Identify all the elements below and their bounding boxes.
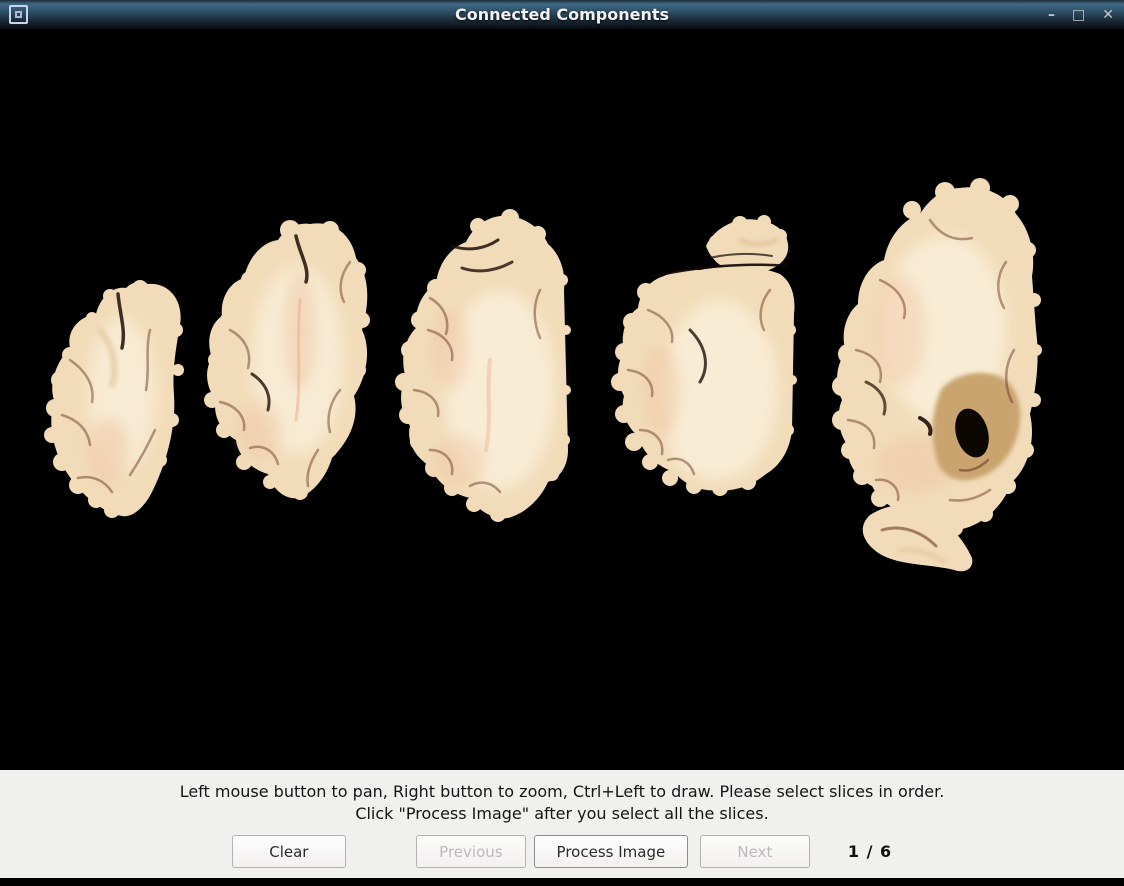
minimize-icon[interactable]: – bbox=[1048, 0, 1055, 30]
instructions-line-1: Left mouse button to pan, Right button t… bbox=[0, 781, 1124, 803]
window-title: Connected Components bbox=[0, 0, 1124, 30]
maximize-icon[interactable]: □ bbox=[1072, 0, 1085, 30]
app-window: Connected Components – □ ✕ bbox=[0, 0, 1124, 886]
controls-row: Clear Previous Process Image Next 1 / 6 bbox=[0, 835, 1124, 868]
clear-button[interactable]: Clear bbox=[232, 835, 346, 868]
process-image-button[interactable]: Process Image bbox=[534, 835, 688, 868]
previous-button[interactable]: Previous bbox=[416, 835, 526, 868]
page-indicator: 1 / 6 bbox=[848, 842, 892, 861]
instructions-line-2: Click "Process Image" after you select a… bbox=[0, 803, 1124, 825]
image-canvas[interactable] bbox=[0, 30, 1124, 770]
brain-slice-4[interactable] bbox=[611, 215, 797, 496]
window-bottom-border bbox=[0, 878, 1124, 886]
brain-slice-3[interactable] bbox=[395, 209, 571, 522]
close-icon[interactable]: ✕ bbox=[1102, 0, 1114, 30]
brain-slice-1[interactable] bbox=[44, 280, 184, 518]
titlebar[interactable]: Connected Components – □ ✕ bbox=[0, 0, 1124, 30]
brain-slice-5[interactable] bbox=[832, 178, 1042, 571]
next-button[interactable]: Next bbox=[700, 835, 810, 868]
footer-panel: Left mouse button to pan, Right button t… bbox=[0, 770, 1124, 878]
brain-slice-2[interactable] bbox=[204, 220, 370, 500]
